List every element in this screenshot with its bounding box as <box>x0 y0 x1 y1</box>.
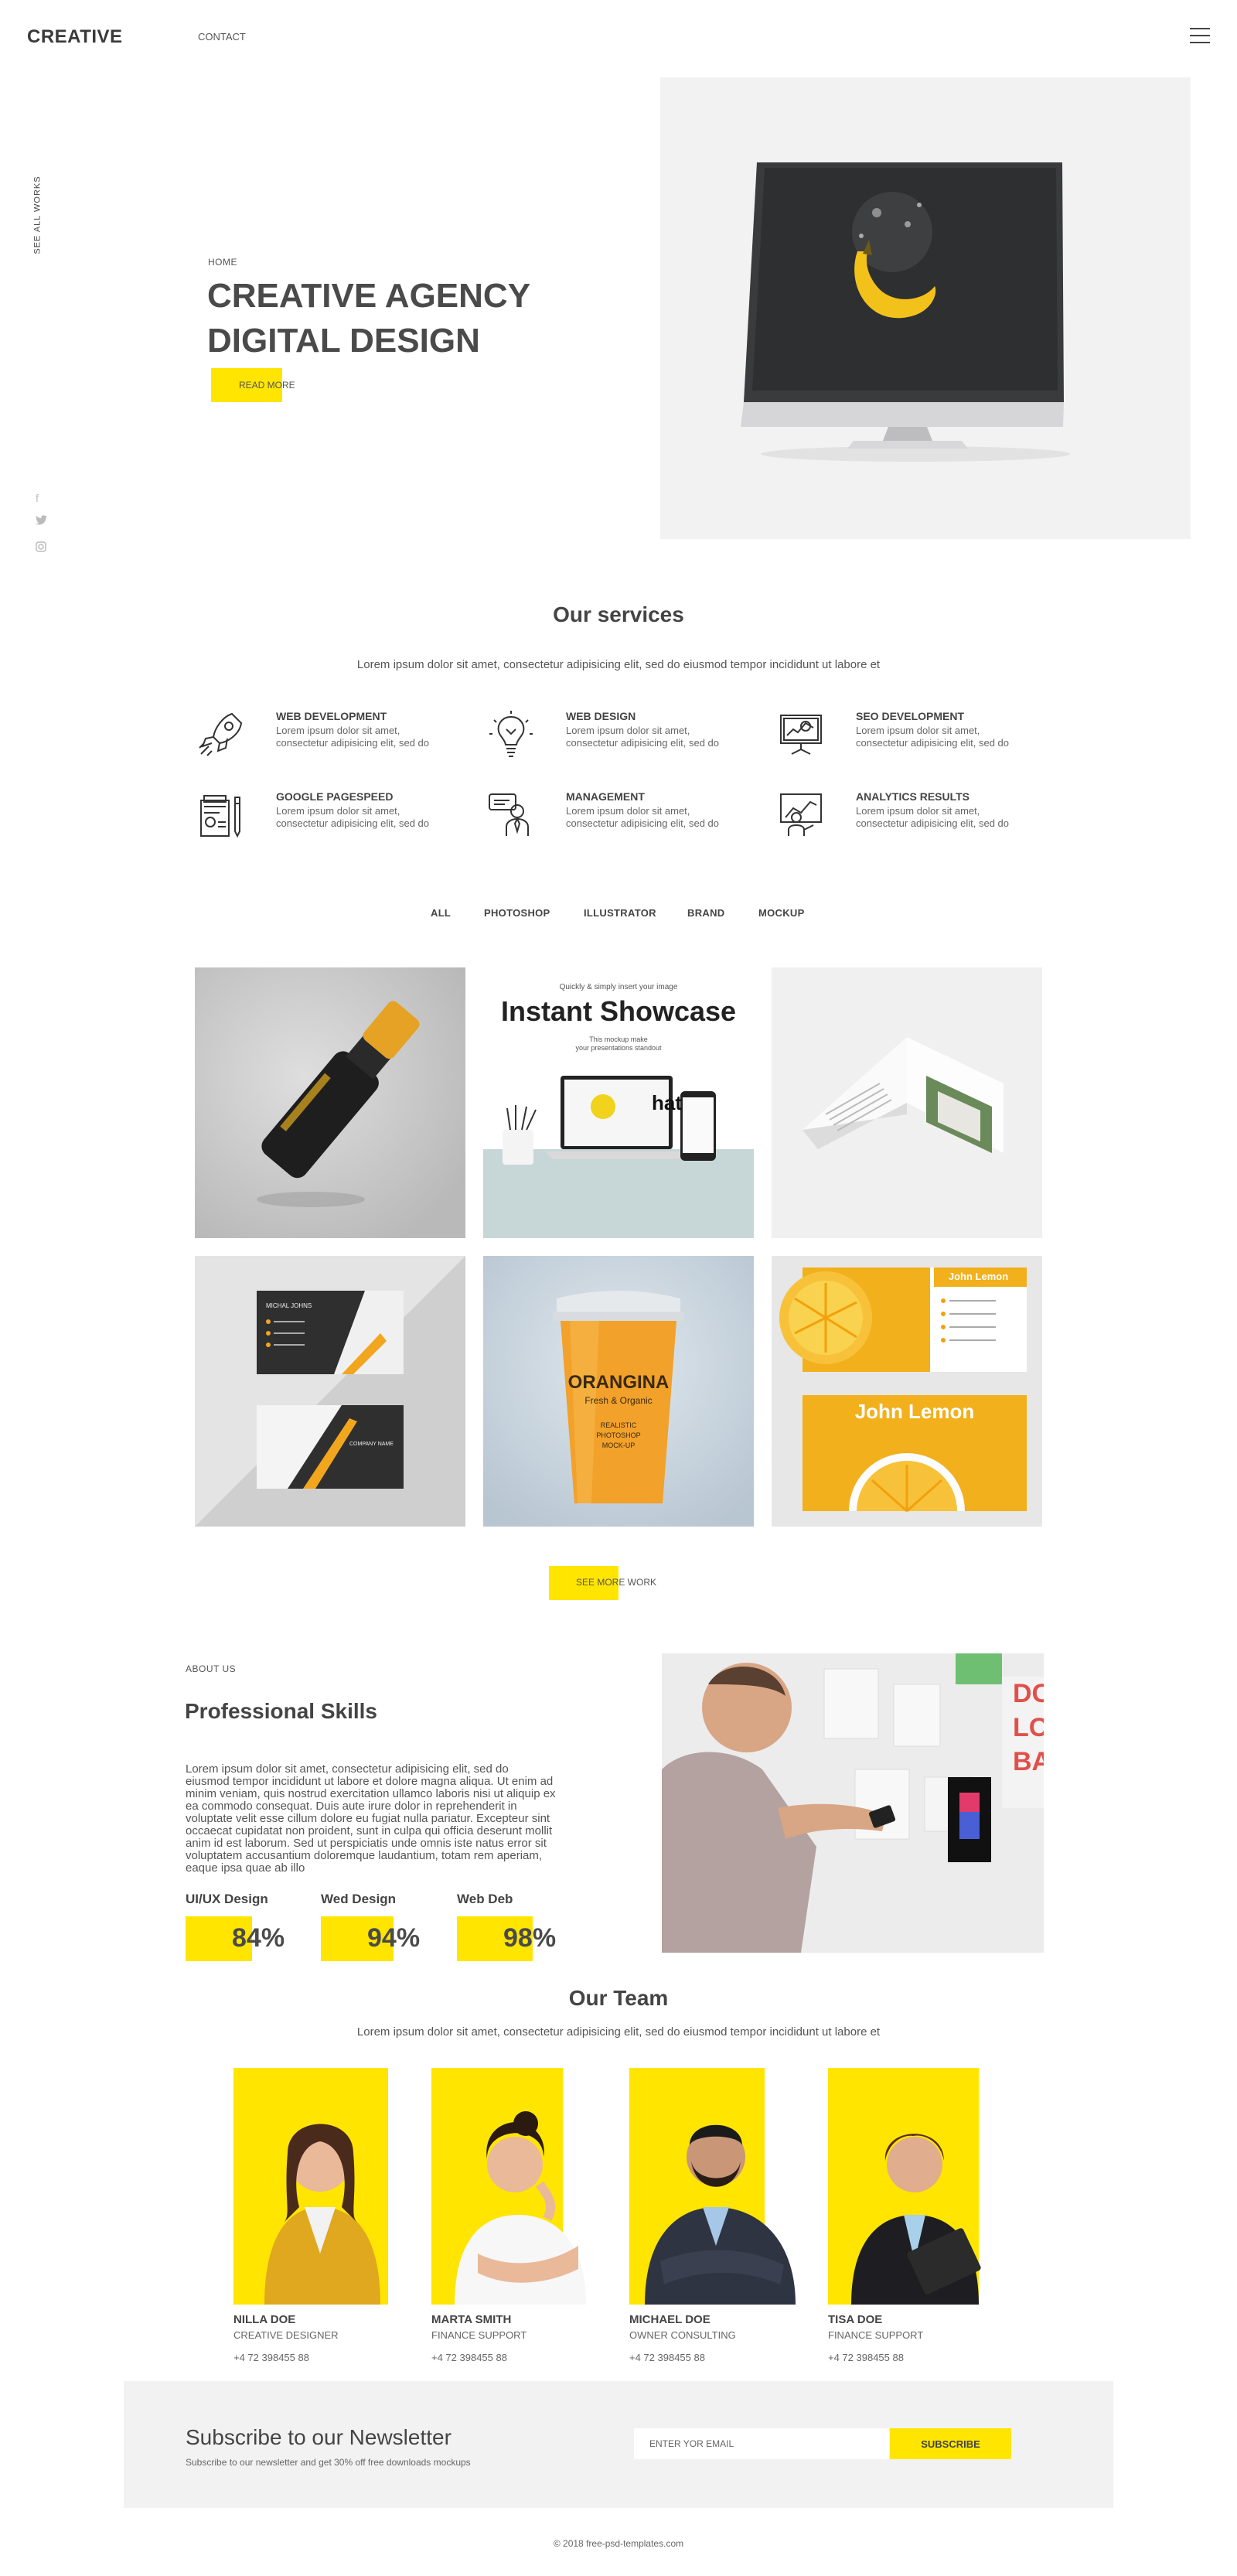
cup-line3: MOCK-UP <box>601 1442 636 1449</box>
breadcrumb-home[interactable]: HOME <box>208 257 237 268</box>
team-member-role: CREATIVE DESIGNER <box>233 2329 339 2341</box>
showcase-sub1: This mockup make <box>589 1036 648 1043</box>
newsletter-email-input[interactable] <box>634 2428 889 2459</box>
service-title: WEB DEVELOPMENT <box>276 710 387 722</box>
card-name-large: John Lemon <box>854 1400 975 1423</box>
service-desc: Lorem ipsum dolor sit amet, consectetur a… <box>276 725 430 749</box>
read-more-button[interactable]: READ MORE <box>239 380 295 391</box>
service-title: MANAGEMENT <box>566 790 645 803</box>
about-label: ABOUT US <box>186 1663 237 1674</box>
team-member-role: OWNER CONSULTING <box>629 2329 736 2341</box>
team-member-photo <box>431 2068 605 2305</box>
gallery-item-magazine[interactable] <box>772 967 1042 1238</box>
service-title: ANALYTICS RESULTS <box>856 790 970 803</box>
presentation-icon <box>773 706 829 762</box>
team-title: Our Team <box>568 1986 669 2010</box>
bcard-name: MICHAL JOHNS <box>266 1302 312 1309</box>
gallery-item-bottle[interactable] <box>195 967 465 1238</box>
hero-title-line-1: CREATIVE AGENCY <box>207 277 531 315</box>
skill-value: 84% <box>232 1923 285 1953</box>
cup-tag: Fresh & Organic <box>584 1395 653 1406</box>
filter-all[interactable]: ALL <box>431 907 451 919</box>
filter-mockup[interactable]: MOCKUP <box>758 907 805 919</box>
showcase-title: Instant Showcase <box>500 995 737 1027</box>
team-member-role: FINANCE SUPPORT <box>828 2329 924 2341</box>
newsletter-title: Subscribe to our Newsletter <box>186 2425 452 2449</box>
team-member-photo <box>629 2068 803 2305</box>
showcase-sub2: your presentations standout <box>575 1044 662 1052</box>
nav-link-contact[interactable]: CONTACT <box>198 31 246 43</box>
skill-value: 98% <box>503 1923 557 1953</box>
services-title: Our services <box>553 602 684 626</box>
service-desc: Lorem ipsum dolor sit amet, consectetur a… <box>566 725 720 749</box>
newsletter-subtitle: Subscribe to our newsletter and get 30% … <box>186 2457 471 2468</box>
cup-line1: REALISTIC <box>600 1421 637 1429</box>
team-subtitle: Lorem ipsum dolor sit amet, consectetur … <box>356 2025 881 2039</box>
skill-name: UI/UX Design <box>186 1892 268 1906</box>
service-desc: Lorem ipsum dolor sit amet, consectetur a… <box>856 725 1010 749</box>
team-member-name: MICHAEL DOE <box>629 2313 711 2326</box>
instagram-icon[interactable] <box>36 541 46 554</box>
skill-name: Wed Design <box>321 1892 396 1906</box>
skill-value: 94% <box>367 1923 421 1953</box>
about-body: Lorem ipsum dolor sit amet, consectetur … <box>186 1762 556 1875</box>
team-member-phone: +4 72 398455 88 <box>431 2352 507 2363</box>
service-desc: Lorem ipsum dolor sit amet, consectetur a… <box>276 805 430 829</box>
hamburger-menu-icon[interactable] <box>1190 28 1210 45</box>
see-more-work-button[interactable]: SEE MORE WORK <box>576 1577 656 1588</box>
footer-copyright: © 2018 free-psd-templates.com <box>553 2538 684 2549</box>
filter-illustrator[interactable]: ILLUSTRATOR <box>584 907 656 919</box>
subscribe-button[interactable]: SUBSCRIBE <box>890 2428 1011 2459</box>
team-member-photo <box>233 2068 407 2305</box>
service-desc: Lorem ipsum dolor sit amet, consectetur a… <box>566 805 720 829</box>
facebook-icon[interactable]: f <box>36 492 39 504</box>
hero-title-line-2: DIGITAL DESIGN <box>207 322 480 360</box>
cup-line2: PHOTOSHOP <box>596 1431 641 1439</box>
gallery-item-john-lemon-cards[interactable]: John Lemon John Lemon <box>772 1256 1042 1527</box>
filter-brand[interactable]: BRAND <box>687 907 724 919</box>
about-title: Professional Skills <box>185 1699 377 1723</box>
team-member-name: NILLA DOE <box>233 2313 296 2326</box>
service-desc: Lorem ipsum dolor sit amet, consectetur a… <box>856 805 1010 829</box>
showcase-hat: hat <box>652 1091 682 1114</box>
service-title: WEB DESIGN <box>566 710 636 722</box>
team-member-photo <box>828 2068 1001 2305</box>
gallery-item-instant-showcase[interactable]: Quickly & simply insert your image Insta… <box>483 967 754 1238</box>
team-member-role: FINANCE SUPPORT <box>431 2329 527 2341</box>
skill-name: Web Deb <box>457 1892 513 1906</box>
lightbulb-icon <box>483 706 539 762</box>
team-member-name: MARTA SMITH <box>431 2313 512 2326</box>
see-all-works-link[interactable]: SEE ALL WORKS <box>14 172 68 257</box>
team-member-name: TISA DOE <box>828 2313 883 2326</box>
team-member-phone: +4 72 398455 88 <box>828 2352 904 2363</box>
gallery-item-business-cards[interactable]: MICHAL JOHNS COMPANY NAME <box>195 1256 465 1527</box>
service-title: GOOGLE PAGESPEED <box>276 790 394 803</box>
filter-photoshop[interactable]: PHOTOSHOP <box>484 907 550 919</box>
team-member-phone: +4 72 398455 88 <box>629 2352 705 2363</box>
poster-text: DO LO BA <box>1013 1679 1044 1776</box>
analytics-icon <box>773 786 829 842</box>
rocket-icon <box>193 706 249 762</box>
clipboard-icon <box>193 786 249 842</box>
about-photo-man-with-phone: DO LO BA <box>662 1653 1044 1953</box>
cup-brand: ORANGINA <box>567 1372 670 1393</box>
showcase-tagline: Quickly & simply insert your image <box>559 983 678 991</box>
see-all-works-label: SEE ALL WORKS <box>32 176 43 254</box>
twitter-icon[interactable] <box>36 515 47 527</box>
card-name-small: John Lemon <box>948 1271 1009 1282</box>
service-title: SEO DEVELOPMENT <box>856 710 965 722</box>
gallery-item-orangina-cup[interactable]: ORANGINA Fresh & Organic REALISTIC PHOTO… <box>483 1256 754 1527</box>
site-logo[interactable]: CREATIVE <box>27 26 123 48</box>
team-member-phone: +4 72 398455 88 <box>233 2352 309 2363</box>
hero-image-imac <box>660 77 1191 539</box>
services-subtitle: Lorem ipsum dolor sit amet, consectetur … <box>356 658 881 671</box>
bcard-company: COMPANY NAME <box>349 1442 394 1447</box>
hero-title: CREATIVE AGENCY DIGITAL DESIGN <box>207 274 609 363</box>
manager-icon <box>483 786 539 842</box>
